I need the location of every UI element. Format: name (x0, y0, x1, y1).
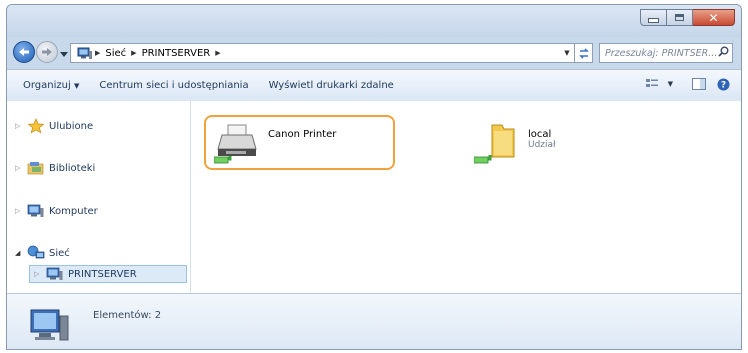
toolbar-right: ▼ ? (644, 77, 731, 91)
sidebar-item-computer[interactable]: ▷ Komputer (15, 202, 98, 220)
item-type: Udział (528, 140, 556, 150)
title-bar: ✕ (7, 5, 741, 37)
help-icon[interactable]: ? (715, 77, 731, 91)
network-center-button[interactable]: Centrum sieci i udostępniania (89, 80, 258, 91)
breadcrumb-separator[interactable]: ▶ (213, 49, 222, 57)
command-bar: Organizuj ▼ Centrum sieci i udostępniani… (7, 69, 741, 102)
view-remote-printers-button[interactable]: Wyświetl drukarki zdalne (259, 80, 404, 91)
chevron-down-icon: ▼ (73, 82, 80, 90)
network-icon (27, 245, 45, 259)
sidebar-item-network[interactable]: ◢ Sieć (15, 244, 70, 262)
forward-button[interactable] (36, 41, 58, 63)
recent-pages-dropdown[interactable] (60, 49, 68, 60)
close-icon: ✕ (708, 10, 719, 25)
star-icon (27, 118, 45, 134)
view-options-icon[interactable] (644, 77, 660, 91)
back-arrow-icon (19, 48, 29, 56)
list-item-local[interactable]: local Udział (466, 115, 556, 178)
expand-icon[interactable]: ▷ (15, 164, 27, 172)
svg-text:?: ? (720, 80, 725, 90)
list-item-canon-printer[interactable]: Canon Printer (204, 115, 395, 170)
breadcrumb-separator: ▶ (95, 49, 101, 57)
details-pane: Elementów: 2 (7, 293, 741, 349)
network-computer-icon (77, 47, 92, 59)
collapse-icon[interactable]: ◢ (15, 249, 27, 257)
close-button[interactable]: ✕ (693, 9, 735, 26)
sidebar-item-favorites[interactable]: ▷ Ulubione (15, 117, 93, 135)
sidebar-item-label: Sieć (49, 247, 70, 259)
item-count: Elementów: 2 (93, 310, 162, 321)
view-options-dropdown[interactable]: ▼ (668, 80, 673, 88)
breadcrumb-separator[interactable]: ▶ (129, 49, 138, 57)
file-list: Canon Printer local Udział (191, 101, 741, 293)
minimize-icon (648, 18, 659, 23)
network-computer-icon (30, 309, 69, 341)
shared-folder-icon (474, 124, 515, 164)
computer-icon (27, 204, 44, 217)
forward-arrow-icon (42, 48, 52, 56)
caption-buttons: ✕ (640, 9, 735, 26)
refresh-button[interactable] (575, 43, 593, 63)
organize-label: Organizuj (23, 80, 71, 91)
expand-icon[interactable]: ▷ (15, 122, 27, 130)
expand-icon[interactable]: ▷ (34, 270, 46, 278)
address-row: ▶ Sieć ▶ PRINTSERVER ▶ ▼ Przeszukaj: PRI… (7, 37, 741, 69)
item-name: local (528, 129, 552, 140)
libraries-icon (27, 162, 44, 175)
minimize-button[interactable] (640, 9, 667, 26)
back-button[interactable] (13, 41, 35, 63)
sidebar-item-label: Komputer (49, 205, 98, 217)
maximize-icon (675, 14, 684, 21)
sidebar-item-label: PRINTSERVER (68, 268, 137, 280)
organize-menu[interactable]: Organizuj ▼ (7, 80, 89, 91)
navigation-pane: ▷ Ulubione ▷ Biblioteki ▷ Komputer ◢ Sie… (7, 101, 191, 293)
network-printer-icon (214, 124, 257, 164)
chevron-down-icon (60, 52, 68, 57)
item-name: Canon Printer (268, 129, 337, 140)
preview-pane-icon[interactable] (691, 77, 707, 91)
sidebar-item-label: Ulubione (49, 120, 94, 132)
explorer-window: ✕ ▶ Sieć ▶ PRINTSERVER ▶ ▼ Przeszukaj: P… (6, 4, 742, 350)
search-input[interactable]: Przeszukaj: PRINTSER... (599, 43, 733, 63)
breadcrumb-item-network[interactable]: Sieć (102, 48, 129, 59)
address-history-dropdown[interactable]: ▼ (560, 49, 574, 57)
expand-icon[interactable]: ▷ (15, 207, 27, 215)
breadcrumb-item-printserver[interactable]: PRINTSERVER (139, 48, 214, 59)
maximize-button[interactable] (667, 9, 693, 26)
refresh-icon (578, 47, 589, 59)
server-computer-icon (46, 267, 63, 280)
search-placeholder: Przeszukaj: PRINTSER... (605, 47, 718, 59)
search-icon (718, 46, 732, 60)
sidebar-item-label: Biblioteki (49, 162, 96, 174)
sidebar-item-libraries[interactable]: ▷ Biblioteki (15, 159, 95, 177)
address-bar[interactable]: ▶ Sieć ▶ PRINTSERVER ▶ ▼ (70, 43, 575, 63)
sidebar-item-printserver[interactable]: ▷ PRINTSERVER (29, 265, 187, 283)
breadcrumb: ▶ Sieć ▶ PRINTSERVER ▶ (71, 47, 560, 60)
